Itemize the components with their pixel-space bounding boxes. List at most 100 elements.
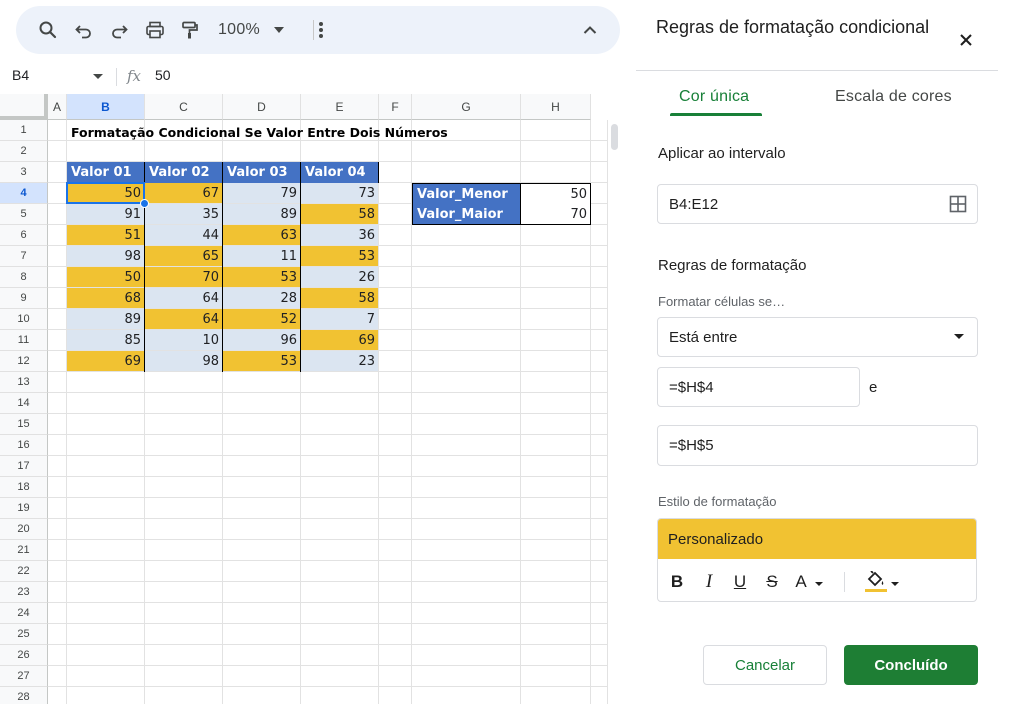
table-cell[interactable]: 64 [145, 309, 222, 329]
row-header-20[interactable]: 20 [0, 519, 48, 540]
table-cell[interactable]: 69 [301, 330, 378, 350]
chevron-up-icon[interactable] [578, 18, 602, 42]
undo-icon[interactable] [72, 18, 96, 42]
table-cell[interactable]: 58 [301, 204, 378, 224]
name-box[interactable]: B4 [12, 67, 29, 83]
row-header-23[interactable]: 23 [0, 582, 48, 603]
bold-button[interactable]: B [668, 571, 686, 593]
table-cell[interactable]: 89 [223, 204, 300, 224]
table-cell[interactable]: 65 [145, 246, 222, 266]
row-header-18[interactable]: 18 [0, 477, 48, 498]
table-header-cell[interactable]: Valor 01 [67, 162, 145, 183]
table-cell[interactable]: 11 [223, 246, 300, 266]
row-header-6[interactable]: 6 [0, 225, 48, 246]
row-header-27[interactable]: 27 [0, 666, 48, 687]
max-bound-label[interactable]: Valor_Maior [412, 204, 521, 225]
table-header-cell[interactable]: Valor 04 [301, 162, 379, 183]
text-color-dropdown-icon[interactable] [815, 582, 823, 586]
style-preview[interactable]: Personalizado [658, 519, 976, 559]
close-icon[interactable] [954, 28, 978, 52]
row-header-4[interactable]: 4 [0, 183, 48, 204]
row-header-19[interactable]: 19 [0, 498, 48, 519]
name-box-dropdown-icon[interactable] [93, 74, 103, 79]
row-header-26[interactable]: 26 [0, 645, 48, 666]
table-cell[interactable]: 70 [145, 267, 222, 287]
row-header-28[interactable]: 28 [0, 687, 48, 704]
cancel-button[interactable]: Cancelar [703, 645, 827, 685]
row-header-11[interactable]: 11 [0, 330, 48, 351]
table-cell[interactable]: 79 [223, 183, 300, 203]
table-cell[interactable]: 67 [145, 183, 222, 203]
column-header-e[interactable]: E [301, 94, 379, 120]
table-cell[interactable]: 64 [145, 288, 222, 308]
table-cell[interactable]: 51 [67, 225, 144, 245]
table-cell[interactable]: 91 [67, 204, 144, 224]
strikethrough-button[interactable]: S [762, 571, 782, 593]
row-header-13[interactable]: 13 [0, 372, 48, 393]
column-header-d[interactable]: D [223, 94, 301, 120]
condition-dropdown[interactable]: Está entre [657, 317, 978, 357]
row-header-3[interactable]: 3 [0, 162, 48, 183]
table-cell[interactable]: 73 [301, 183, 378, 203]
table-cell[interactable]: 53 [223, 351, 300, 371]
row-header-15[interactable]: 15 [0, 414, 48, 435]
row-header-16[interactable]: 16 [0, 435, 48, 456]
row-header-25[interactable]: 25 [0, 624, 48, 645]
underline-button[interactable]: U [730, 571, 750, 593]
zoom-dropdown-icon[interactable] [270, 18, 288, 42]
column-header-b[interactable]: B [67, 94, 145, 120]
formula-input[interactable]: 50 [155, 67, 171, 83]
table-cell[interactable]: 58 [301, 288, 378, 308]
row-header-24[interactable]: 24 [0, 603, 48, 624]
table-cell[interactable]: 63 [223, 225, 300, 245]
table-cell[interactable]: 68 [67, 288, 144, 308]
row-header-17[interactable]: 17 [0, 456, 48, 477]
fill-color-icon[interactable] [864, 569, 888, 591]
column-header-c[interactable]: C [145, 94, 223, 120]
column-header-h[interactable]: H [521, 94, 591, 120]
table-cell[interactable]: 23 [301, 351, 378, 371]
value-max-input[interactable]: =$H$5 [657, 425, 978, 466]
column-header-a[interactable]: A [48, 94, 67, 120]
table-cell[interactable]: 35 [145, 204, 222, 224]
row-header-22[interactable]: 22 [0, 561, 48, 582]
range-input[interactable]: B4:E12 [657, 184, 978, 224]
select-range-grid-icon[interactable] [949, 195, 967, 217]
search-icon[interactable] [36, 18, 60, 42]
table-cell[interactable]: 98 [67, 246, 144, 266]
row-header-9[interactable]: 9 [0, 288, 48, 309]
table-cell[interactable]: 44 [145, 225, 222, 245]
done-button[interactable]: Concluído [844, 645, 978, 685]
more-vert-icon[interactable] [309, 18, 333, 42]
value-min-input[interactable]: =$H$4 [657, 367, 860, 407]
table-cell[interactable]: 98 [145, 351, 222, 371]
scrollbar-thumb[interactable] [611, 124, 618, 150]
italic-button[interactable]: I [700, 571, 718, 593]
select-all-corner[interactable] [0, 94, 48, 120]
table-header-cell[interactable]: Valor 02 [145, 162, 223, 183]
vertical-scrollbar[interactable] [607, 120, 620, 704]
table-cell[interactable]: 85 [67, 330, 144, 350]
table-cell[interactable]: 96 [223, 330, 300, 350]
tab-single-color[interactable]: Cor única [679, 88, 749, 106]
table-cell[interactable]: 52 [223, 309, 300, 329]
table-cell[interactable]: 28 [223, 288, 300, 308]
redo-icon[interactable] [107, 18, 131, 42]
row-header-14[interactable]: 14 [0, 393, 48, 414]
table-cell[interactable]: 53 [301, 246, 378, 266]
min-bound-value[interactable]: 50 [521, 183, 591, 205]
fill-handle[interactable] [140, 199, 149, 208]
column-header-g[interactable]: G [412, 94, 521, 120]
max-bound-value[interactable]: 70 [521, 204, 591, 225]
zoom-level[interactable]: 100% [216, 18, 262, 42]
row-header-5[interactable]: 5 [0, 204, 48, 225]
row-header-21[interactable]: 21 [0, 540, 48, 561]
table-cell[interactable]: 69 [67, 351, 144, 371]
row-header-7[interactable]: 7 [0, 246, 48, 267]
row-header-1[interactable]: 1 [0, 120, 48, 141]
tab-color-scale[interactable]: Escala de cores [835, 88, 952, 106]
column-header-f[interactable]: F [379, 94, 412, 120]
table-cell[interactable]: 50 [67, 267, 144, 287]
table-cell[interactable]: 7 [301, 309, 378, 329]
table-cell[interactable]: 53 [223, 267, 300, 287]
